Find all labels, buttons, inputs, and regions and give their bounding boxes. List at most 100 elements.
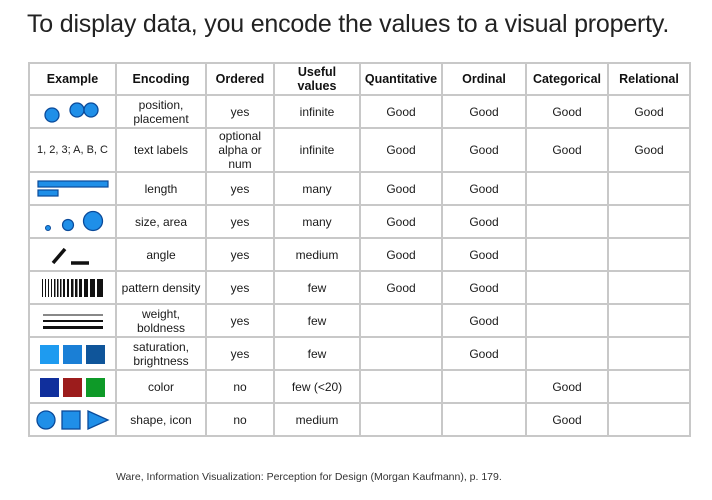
table-row: size, area yes many Good Good	[28, 204, 691, 239]
ordered-cell: yes	[205, 94, 275, 129]
example-cell	[28, 270, 117, 305]
useful-values-cell: medium	[273, 402, 361, 437]
relational-cell	[607, 303, 691, 338]
useful-values-cell: few (<20)	[273, 369, 361, 404]
categorical-cell: Good	[525, 94, 609, 129]
categorical-cell	[525, 303, 609, 338]
ordered-cell: no	[205, 402, 275, 437]
position-circles-icon	[31, 97, 114, 126]
ordered-cell: no	[205, 369, 275, 404]
quantitative-cell: Good	[359, 94, 443, 129]
categorical-cell: Good	[525, 127, 609, 173]
table-row: position, placement yes infinite Good Go…	[28, 94, 691, 129]
relational-cell	[607, 171, 691, 206]
barcode-density-icon	[31, 273, 114, 302]
ordinal-cell	[441, 402, 527, 437]
encoding-cell: position, placement	[115, 94, 207, 129]
ordinal-cell: Good	[441, 204, 527, 239]
relational-cell	[607, 369, 691, 404]
col-header-relational: Relational	[607, 62, 691, 96]
example-cell	[28, 171, 117, 206]
ordinal-cell: Good	[441, 94, 527, 129]
categorical-cell	[525, 270, 609, 305]
table-row: angle yes medium Good Good	[28, 237, 691, 272]
encoding-cell: color	[115, 369, 207, 404]
size-circles-icon	[31, 207, 114, 236]
quantitative-cell: Good	[359, 204, 443, 239]
citation-caption: Ware, Information Visualization: Percept…	[116, 471, 502, 483]
table-row: saturation, brightness yes few Good	[28, 336, 691, 371]
length-bars-icon	[31, 174, 114, 203]
text-label-example: 1, 2, 3; A, B, C	[37, 144, 108, 156]
categorical-cell	[525, 171, 609, 206]
encoding-table: Example Encoding Ordered Useful values Q…	[28, 62, 691, 437]
col-header-categorical: Categorical	[525, 62, 609, 96]
useful-values-cell: few	[273, 270, 361, 305]
relational-cell	[607, 402, 691, 437]
relational-cell: Good	[607, 127, 691, 173]
ordinal-cell: Good	[441, 127, 527, 173]
encoding-cell: shape, icon	[115, 402, 207, 437]
encoding-cell: size, area	[115, 204, 207, 239]
ordinal-cell	[441, 369, 527, 404]
table-row: weight, boldness yes few Good	[28, 303, 691, 338]
useful-values-cell: medium	[273, 237, 361, 272]
table-row: length yes many Good Good	[28, 171, 691, 206]
example-cell	[28, 94, 117, 129]
ordered-cell: yes	[205, 270, 275, 305]
encoding-cell: length	[115, 171, 207, 206]
col-header-ordinal: Ordinal	[441, 62, 527, 96]
table-row: pattern density yes few Good Good	[28, 270, 691, 305]
col-header-useful-values: Useful values	[273, 62, 361, 96]
example-cell	[28, 402, 117, 437]
quantitative-cell: Good	[359, 171, 443, 206]
table-row: color no few (<20) Good	[28, 369, 691, 404]
quantitative-cell: Good	[359, 127, 443, 173]
col-header-ordered: Ordered	[205, 62, 275, 96]
categorical-cell	[525, 237, 609, 272]
useful-values-cell: few	[273, 303, 361, 338]
encoding-cell: saturation, brightness	[115, 336, 207, 371]
example-cell	[28, 237, 117, 272]
example-cell	[28, 303, 117, 338]
ordered-cell: yes	[205, 336, 275, 371]
ordinal-cell: Good	[441, 336, 527, 371]
example-cell	[28, 336, 117, 371]
ordered-cell: yes	[205, 237, 275, 272]
categorical-cell: Good	[525, 369, 609, 404]
example-cell	[28, 369, 117, 404]
ordered-cell: optional alpha or num	[205, 127, 275, 173]
encoding-cell: pattern density	[115, 270, 207, 305]
categorical-cell	[525, 336, 609, 371]
example-cell: 1, 2, 3; A, B, C	[28, 127, 117, 173]
ordered-cell: yes	[205, 303, 275, 338]
example-cell	[28, 204, 117, 239]
relational-cell	[607, 336, 691, 371]
col-header-example: Example	[28, 62, 117, 96]
quantitative-cell: Good	[359, 270, 443, 305]
col-header-quantitative: Quantitative	[359, 62, 443, 96]
encoding-cell: text labels	[115, 127, 207, 173]
quantitative-cell	[359, 369, 443, 404]
color-squares-icon	[31, 372, 114, 401]
relational-cell	[607, 237, 691, 272]
encoding-cell: angle	[115, 237, 207, 272]
ordinal-cell: Good	[441, 303, 527, 338]
relational-cell	[607, 270, 691, 305]
useful-values-cell: many	[273, 204, 361, 239]
ordinal-cell: Good	[441, 237, 527, 272]
ordered-cell: yes	[205, 171, 275, 206]
ordinal-cell: Good	[441, 270, 527, 305]
useful-values-cell: infinite	[273, 94, 361, 129]
col-header-encoding: Encoding	[115, 62, 207, 96]
useful-values-cell: many	[273, 171, 361, 206]
line-weight-icon	[31, 306, 114, 335]
table-row: shape, icon no medium Good	[28, 402, 691, 437]
ordinal-cell: Good	[441, 171, 527, 206]
shape-icons-icon	[31, 405, 114, 434]
angle-lines-icon	[31, 240, 114, 269]
saturation-squares-icon	[31, 339, 114, 368]
ordered-cell: yes	[205, 204, 275, 239]
encoding-cell: weight, boldness	[115, 303, 207, 338]
slide-title: To display data, you encode the values t…	[27, 10, 670, 38]
